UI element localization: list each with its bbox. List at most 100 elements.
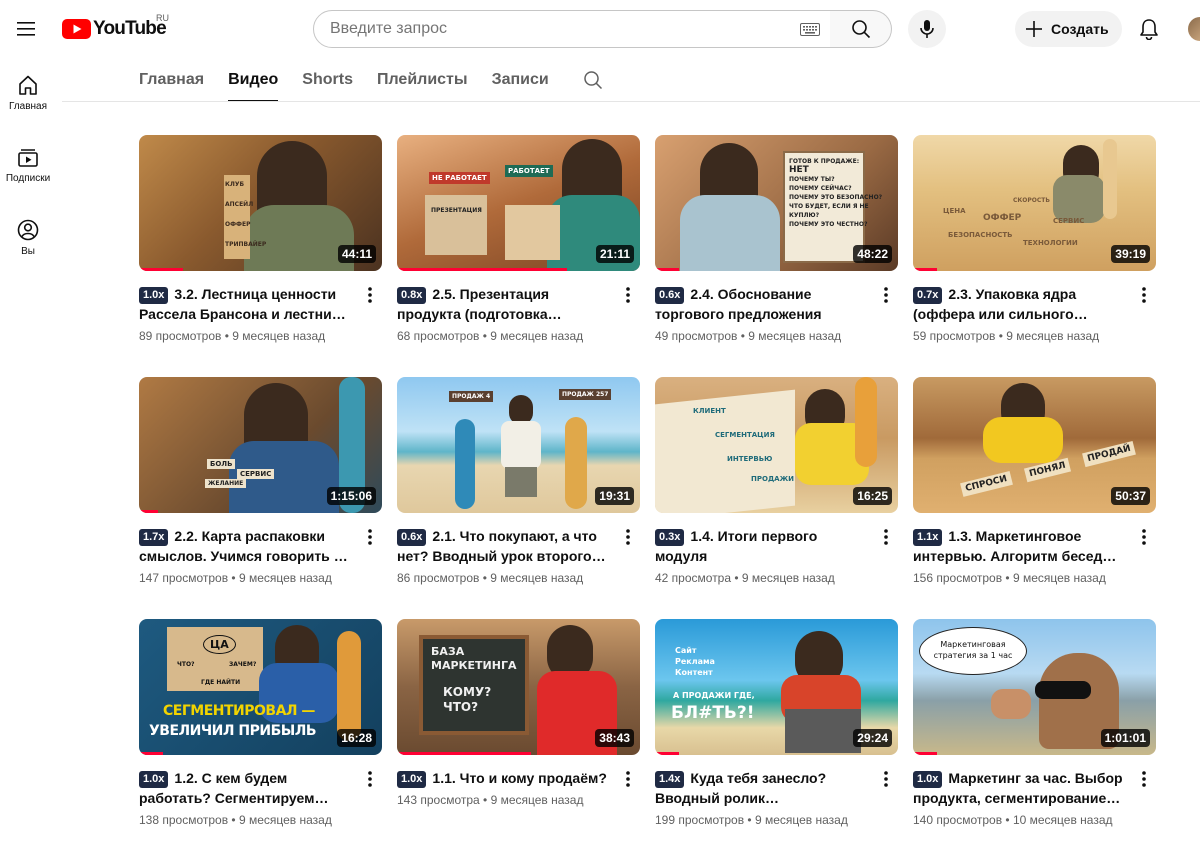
more-actions-button[interactable] xyxy=(618,769,638,789)
tab-posts[interactable]: Записи xyxy=(492,58,549,102)
microphone-icon xyxy=(920,20,934,38)
sidebar-item-home[interactable]: Главная xyxy=(0,74,56,112)
duration-badge: 19:31 xyxy=(595,487,634,505)
thumbnail-text: Сайт Реклама Контент xyxy=(675,646,715,677)
voice-search-button[interactable] xyxy=(908,10,946,48)
more-actions-button[interactable] xyxy=(618,527,638,547)
account-avatar[interactable] xyxy=(1188,17,1200,41)
video-thumbnail[interactable]: ПРОДАЖ 4 ПРОДАЖ 257 19:31 xyxy=(397,377,640,513)
video-title[interactable]: 1.4xКуда тебя занесло? Вводный ролик пра… xyxy=(655,768,868,808)
home-icon xyxy=(19,75,37,95)
speed-badge: 1.7x xyxy=(139,529,169,546)
video-thumbnail[interactable]: НЕ РАБОТАЕТ РАБОТАЕТ ПРЕЗЕНТАЦИЯ 21:11 xyxy=(397,135,640,271)
video-thumbnail[interactable]: СПРОСИ ПОНЯЛ ПРОДАЙ 50:37 xyxy=(913,377,1156,513)
create-button[interactable]: Создать xyxy=(1015,11,1122,47)
video-card: Сайт Реклама Контент А ПРОДАЖИ ГДЕ, БЛ#ТЬ?… xyxy=(655,619,898,843)
video-thumbnail[interactable]: ЦА ЧТО? ЗАЧЕМ? ГДЕ НАЙТИ СЕГМЕНТИРОВАЛ —… xyxy=(139,619,382,755)
video-thumbnail[interactable]: Сайт Реклама Контент А ПРОДАЖИ ГДЕ, БЛ#ТЬ?… xyxy=(655,619,898,755)
sidebar-item-subscriptions[interactable]: Подписки xyxy=(0,148,56,184)
sidebar-item-label: Вы xyxy=(21,246,35,257)
video-stats: 199 просмотров • 9 месяцев назад xyxy=(655,813,848,827)
search-button[interactable] xyxy=(830,10,892,48)
tab-home[interactable]: Главная xyxy=(139,58,204,102)
video-title[interactable]: 0.7x 2.3. Упаковка ядра (оффера или сильн… xyxy=(913,284,1126,324)
video-title[interactable]: 1.7x 2.2. Карта распаковки смыслов. Учимс… xyxy=(139,526,352,566)
thumbnail-text: КЛУБ АПСЕЙЛ ОФФЕР ТРИПВАЙЕР xyxy=(225,181,267,248)
video-thumbnail[interactable]: ОФФЕР ЦЕНА СКОРОСТЬ СЕРВИС БЕЗОПАСНОСТЬ … xyxy=(913,135,1156,271)
thumbnail-text: А ПРОДАЖИ ГДЕ, xyxy=(673,691,755,700)
tab-playlists[interactable]: Плейлисты xyxy=(377,58,468,102)
kebab-icon xyxy=(626,771,630,787)
duration-badge: 44:11 xyxy=(337,245,376,263)
thumbnail-text: БЛ#ТЬ?! xyxy=(671,703,755,723)
more-actions-button[interactable] xyxy=(360,527,380,547)
tab-videos[interactable]: Видео xyxy=(228,58,279,102)
channel-search-button[interactable] xyxy=(583,70,603,90)
thumbnail-text: БЕЗОПАСНОСТЬ xyxy=(948,231,1013,239)
more-actions-button[interactable] xyxy=(1134,527,1154,547)
video-thumbnail[interactable]: КЛИЕНТ СЕГМЕНТАЦИЯ ИНТЕРВЬЮ ПРОДАЖИ 16:2… xyxy=(655,377,898,513)
speed-badge: 0.6x xyxy=(397,529,427,546)
video-thumbnail[interactable]: КЛУБ АПСЕЙЛ ОФФЕР ТРИПВАЙЕР 44:11 xyxy=(139,135,382,271)
video-stats: 156 просмотров • 9 месяцев назад xyxy=(913,571,1106,585)
video-title[interactable]: 0.3x 1.4. Итоги первого модуля xyxy=(655,526,868,566)
video-stats: 68 просмотров • 9 месяцев назад xyxy=(397,329,584,343)
video-thumbnail[interactable]: ГОТОВ К ПРОДАЖЕ: НЕТ ПОЧЕМУ ТЫ? ПОЧЕМУ СЕЙЧ… xyxy=(655,135,898,271)
search-box xyxy=(313,10,831,48)
kebab-icon xyxy=(1142,287,1146,303)
tab-shorts[interactable]: Shorts xyxy=(302,58,353,102)
thumbnail-text: ЗАЧЕМ? xyxy=(229,661,257,668)
duration-badge: 1:15:06 xyxy=(326,487,376,505)
more-actions-button[interactable] xyxy=(618,285,638,305)
video-stats: 140 просмотров • 10 месяцев назад xyxy=(913,813,1113,827)
more-actions-button[interactable] xyxy=(360,769,380,789)
thumbnail-text: ТЕХНОЛОГИИ xyxy=(1023,239,1078,247)
video-title[interactable]: 1.0x 1.2. С кем будем работать? Сегментир… xyxy=(139,768,352,808)
thumbnail-text: КОМУ? ЧТО? xyxy=(443,685,492,714)
more-actions-button[interactable] xyxy=(876,527,896,547)
duration-badge: 50:37 xyxy=(1111,487,1150,505)
more-actions-button[interactable] xyxy=(876,769,896,789)
kebab-icon xyxy=(368,287,372,303)
speed-badge: 1.0x xyxy=(139,771,169,788)
more-actions-button[interactable] xyxy=(360,285,380,305)
logo-region-code: RU xyxy=(156,13,169,23)
video-title[interactable]: 1.0x 3.2. Лестница ценности Рассела Бранс… xyxy=(139,284,352,324)
video-stats: 89 просмотров • 9 месяцев назад xyxy=(139,329,326,343)
kebab-icon xyxy=(884,287,888,303)
thumbnail-text: ПРЕЗЕНТАЦИЯ xyxy=(431,207,482,214)
thumbnail-text: ГОТОВ К ПРОДАЖЕ: НЕТ ПОЧЕМУ ТЫ? ПОЧЕМУ СЕЙЧ… xyxy=(789,158,883,228)
sidebar-item-you[interactable]: Вы xyxy=(0,219,56,257)
speed-badge: 1.0x xyxy=(139,287,169,304)
more-actions-button[interactable] xyxy=(876,285,896,305)
video-title[interactable]: 0.6x 2.4. Обоснование торгового предложен… xyxy=(655,284,868,324)
more-actions-button[interactable] xyxy=(1134,769,1154,789)
video-title[interactable]: 1.0x 1.1. Что и кому продаём? xyxy=(397,768,610,788)
video-title[interactable]: 0.6x 2.1. Что покупают, а что нет? Вводны… xyxy=(397,526,610,566)
speed-badge: 0.8x xyxy=(397,287,427,304)
speed-badge: 0.7x xyxy=(913,287,943,304)
more-actions-button[interactable] xyxy=(1134,285,1154,305)
kebab-icon xyxy=(884,529,888,545)
menu-button[interactable] xyxy=(9,11,45,47)
thumbnail-text: УВЕЛИЧИЛ ПРИБЫЛЬ xyxy=(149,723,317,739)
bell-icon xyxy=(1140,19,1158,40)
video-thumbnail[interactable]: Маркетинговая стратегия за 1 час 1:01:01 xyxy=(913,619,1156,755)
video-thumbnail[interactable]: БОЛЬ СЕРВИС ЖЕЛАНИЕ 1:15:06 xyxy=(139,377,382,513)
thumbnail-text: ЦЕНА xyxy=(943,207,966,215)
video-title[interactable]: 1.1x 1.3. Маркетинговое интервью. Алгорит… xyxy=(913,526,1126,566)
search-input[interactable] xyxy=(330,20,790,38)
video-card: ЦА ЧТО? ЗАЧЕМ? ГДЕ НАЙТИ СЕГМЕНТИРОВАЛ —… xyxy=(139,619,382,843)
thumbnail-text: ИНТЕРВЬЮ xyxy=(727,455,773,463)
tabs-divider xyxy=(62,101,1200,102)
account-icon xyxy=(17,219,39,241)
thumbnail-text: ЧТО? xyxy=(177,661,195,668)
video-stats: 86 просмотров • 9 месяцев назад xyxy=(397,571,584,585)
video-thumbnail[interactable]: БАЗА МАРКЕТИНГА КОМУ? ЧТО? 38:43 xyxy=(397,619,640,755)
keyboard-icon[interactable] xyxy=(800,23,820,41)
video-title[interactable]: 1.0x Маркетинг за час. Выбор продукта, се… xyxy=(913,768,1126,808)
youtube-logo[interactable]: YouTube xyxy=(62,18,167,40)
notifications-button[interactable] xyxy=(1133,13,1165,45)
video-title[interactable]: 0.8x 2.5. Презентация продукта (подготовк… xyxy=(397,284,610,324)
video-card: ПРОДАЖ 4 ПРОДАЖ 257 19:31 0.6x 2.1. Что п… xyxy=(397,377,640,603)
